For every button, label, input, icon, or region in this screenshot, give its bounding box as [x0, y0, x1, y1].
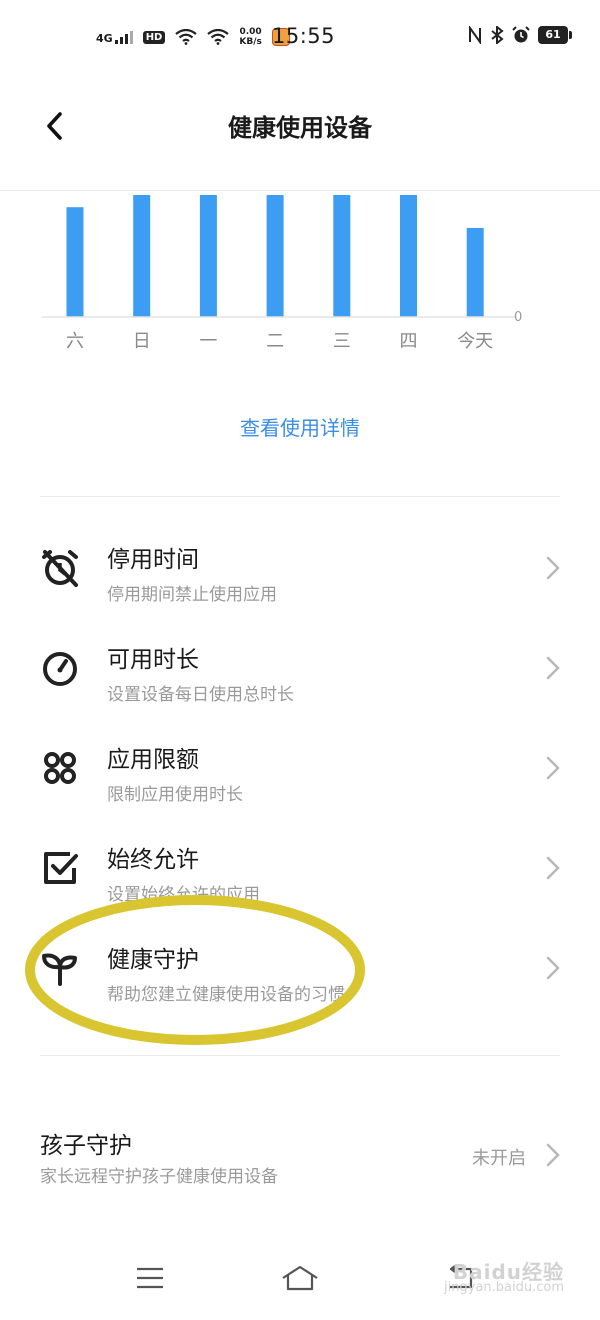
chart-tick-label: 今天: [457, 331, 493, 352]
chart-bar: [266, 195, 284, 317]
home-icon: [282, 1265, 318, 1291]
status-left: 4G HD 0.00 KB/s: [96, 22, 290, 52]
alarm-off-icon: [42, 550, 78, 587]
chart-tick-label: 三: [333, 331, 351, 352]
hd-badge: HD: [142, 30, 166, 44]
menu-item-title: 始终允许: [107, 847, 199, 873]
menu-item-title: 可用时长: [107, 647, 199, 673]
section-divider: [40, 1055, 560, 1056]
status-time: 15:55: [272, 24, 336, 48]
menu-item-title: 健康守护: [107, 947, 199, 973]
gauge-icon: [43, 652, 77, 686]
chart-bar: [400, 195, 417, 317]
menu-item-downtime[interactable]: 停用时间 停用期间禁止使用应用: [0, 518, 600, 618]
menu-item-subtitle: 设置始终允许的应用: [107, 885, 260, 905]
view-usage-details-link[interactable]: 查看使用详情: [0, 412, 600, 441]
chevron-right-icon: [546, 756, 560, 780]
network-type: 4G: [96, 32, 113, 45]
menu-item-subtitle: 设置设备每日使用总时长: [107, 685, 294, 705]
menu-item-title: 停用时间: [107, 547, 199, 573]
home-button[interactable]: [280, 1258, 320, 1298]
network-speed: 0.00 KB/s: [239, 27, 261, 47]
menu-item-subtitle: 帮助您建立健康使用设备的习惯: [107, 985, 345, 1005]
alarm-icon: [512, 26, 530, 43]
menu-item-always-allowed[interactable]: 始终允许 设置始终允许的应用: [0, 818, 600, 918]
menu-item-subtitle: 限制应用使用时长: [107, 785, 243, 805]
sprout-icon: [42, 953, 77, 986]
signal-indicator: 4G: [96, 30, 133, 44]
chart-bar: [66, 207, 84, 317]
chart-tick-label: 二: [266, 331, 284, 352]
chart-bar: [466, 227, 484, 317]
menu-item-health-guard[interactable]: 健康守护 帮助您建立健康使用设备的习惯: [0, 918, 600, 1018]
menu-item-screen-time-limit[interactable]: 可用时长 设置设备每日使用总时长: [0, 618, 600, 718]
watermark: Baidu经验 jingyan.baidu.com: [444, 1260, 564, 1296]
usage-chart: 0 六 日 一 二 三 四 今天: [42, 195, 522, 352]
menu-button[interactable]: [130, 1258, 170, 1298]
battery-icon: 61: [538, 26, 572, 44]
checkbox-icon: [44, 852, 78, 884]
kid-guard-item[interactable]: 孩子守护 家长远程守护孩子健康使用设备 未开启: [0, 1110, 600, 1210]
status-bar: 4G HD 0.00 KB/s 15:55 61: [0, 0, 600, 74]
app-grid-icon: [44, 752, 76, 784]
speed-unit: KB/s: [239, 37, 262, 47]
chart-tick-label: 四: [400, 331, 418, 352]
wifi-icon: [175, 29, 198, 45]
kid-guard-title: 孩子守护: [40, 1133, 132, 1159]
chart-tick-label: 日: [133, 331, 151, 352]
wifi-icon-secondary: [207, 29, 230, 45]
header: 健康使用设备: [0, 96, 600, 156]
menu-lines-icon: [137, 1267, 163, 1289]
chevron-right-icon: [546, 1143, 560, 1167]
status-right: 61: [468, 26, 572, 44]
chart-bar: [199, 195, 217, 317]
chevron-right-icon: [546, 556, 560, 580]
chevron-right-icon: [546, 956, 560, 980]
bluetooth-icon: [491, 26, 504, 44]
chart-tick-label: 一: [199, 331, 217, 352]
chart-bar: [333, 195, 351, 317]
chevron-right-icon: [546, 856, 560, 880]
watermark-url: jingyan.baidu.com: [444, 1280, 564, 1295]
kid-guard-status: 未开启: [472, 1148, 526, 1169]
menu-item-app-limits[interactable]: 应用限额 限制应用使用时长: [0, 718, 600, 818]
speed-value: 0.00: [239, 27, 262, 37]
section-divider: [40, 496, 560, 497]
menu-item-subtitle: 停用期间禁止使用应用: [107, 585, 277, 605]
chart-tick-label: 六: [66, 331, 84, 352]
chart-bar: [133, 195, 151, 317]
nfc-icon: [469, 26, 481, 44]
menu-item-title: 应用限额: [107, 747, 199, 773]
chevron-right-icon: [546, 656, 560, 680]
kid-guard-subtitle: 家长远程守护孩子健康使用设备: [40, 1167, 278, 1187]
signal-icon: [114, 30, 133, 44]
chart-zero-label: 0: [514, 310, 522, 325]
page-title: 健康使用设备: [228, 114, 372, 142]
watermark-logo: Baidu经验: [452, 1260, 564, 1284]
